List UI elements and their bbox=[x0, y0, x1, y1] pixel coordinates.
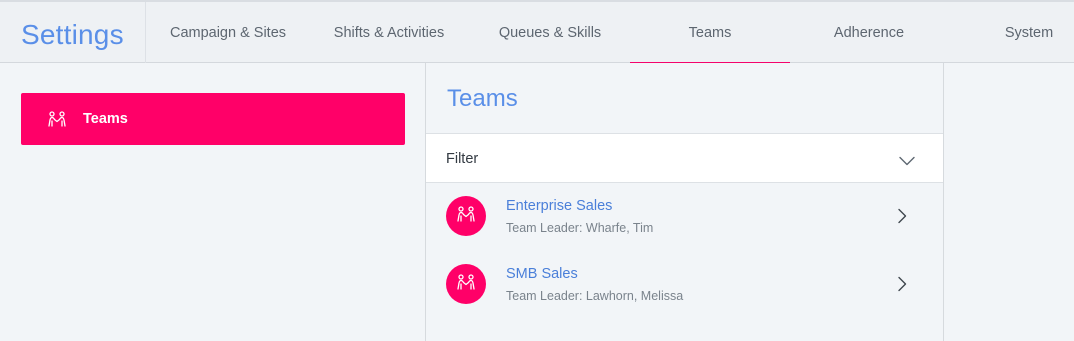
tab-teams[interactable]: Teams bbox=[630, 2, 790, 65]
team-leader: Team Leader: Wharfe, Tim bbox=[506, 221, 654, 235]
filter-label: Filter bbox=[446, 151, 479, 167]
team-avatar bbox=[446, 264, 486, 304]
title-divider bbox=[145, 2, 146, 63]
team-icon bbox=[456, 205, 476, 227]
tab-shifts-activities[interactable]: Shifts & Activities bbox=[310, 2, 468, 63]
team-icon bbox=[456, 273, 476, 295]
team-avatar bbox=[446, 196, 486, 236]
sidebar-item-label: Teams bbox=[83, 111, 128, 127]
top-navigation-bar: Settings Campaign & Sites Shifts & Activ… bbox=[0, 0, 1074, 65]
page-title: Teams bbox=[447, 85, 518, 112]
app-title: Settings bbox=[21, 19, 124, 50]
chevron-right-icon[interactable] bbox=[897, 276, 907, 292]
team-name[interactable]: Enterprise Sales bbox=[506, 198, 612, 214]
tab-campaign-sites[interactable]: Campaign & Sites bbox=[150, 2, 306, 63]
tab-system[interactable]: System bbox=[950, 2, 1074, 63]
team-row-smb-sales[interactable]: SMB Sales Team Leader: Lawhorn, Melissa bbox=[426, 251, 943, 319]
team-icon bbox=[47, 110, 67, 128]
tab-queues-skills[interactable]: Queues & Skills bbox=[470, 2, 630, 63]
team-row-enterprise-sales[interactable]: Enterprise Sales Team Leader: Wharfe, Ti… bbox=[426, 183, 943, 251]
sidebar-item-teams[interactable]: Teams bbox=[21, 93, 405, 145]
team-leader: Team Leader: Lawhorn, Melissa bbox=[506, 289, 684, 303]
chevron-down-icon bbox=[899, 153, 915, 166]
chevron-right-icon[interactable] bbox=[897, 208, 907, 224]
filter-dropdown[interactable]: Filter bbox=[426, 133, 943, 183]
teams-panel: Teams Filter Enterprise Sales Team Leade… bbox=[425, 63, 944, 341]
team-name[interactable]: SMB Sales bbox=[506, 266, 578, 282]
tab-adherence[interactable]: Adherence bbox=[790, 2, 948, 63]
